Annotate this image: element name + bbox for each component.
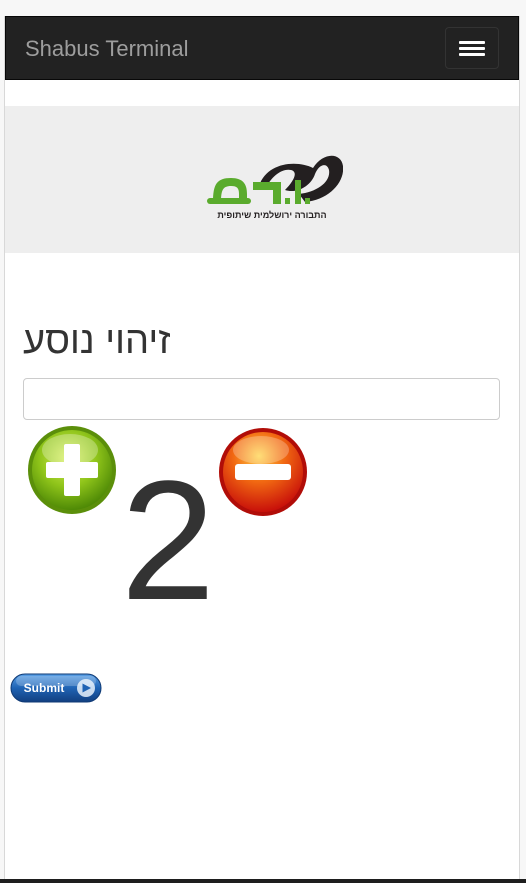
shabus-logo: התבורה ירושלמית שיתופית [207, 155, 343, 220]
title-container: זיהוי נוסע [23, 318, 503, 366]
passenger-id-input[interactable] [23, 378, 500, 420]
bottom-edge [0, 879, 526, 883]
hamburger-menu-icon [459, 41, 485, 44]
navbar-brand[interactable]: Shabus Terminal [25, 36, 188, 62]
decrement-button[interactable] [217, 426, 309, 518]
hamburger-bar [459, 53, 485, 56]
hamburger-menu-button[interactable] [445, 27, 499, 69]
passenger-count: 2 [120, 446, 216, 636]
submit-button[interactable]: Submit [10, 672, 102, 704]
hamburger-bar [459, 47, 485, 50]
navbar: Shabus Terminal [5, 16, 519, 80]
submit-label: Submit [24, 681, 65, 695]
logo-tagline: התבורה ירושלמית שיתופית [217, 210, 326, 220]
logo-banner: התבורה ירושלמית שיתופית [5, 106, 519, 253]
increment-button[interactable] [26, 424, 118, 516]
app-frame: Shabus Terminal התבורה ירושלמית שיתופית … [4, 16, 520, 879]
page-title: זיהוי נוסע [23, 320, 171, 362]
